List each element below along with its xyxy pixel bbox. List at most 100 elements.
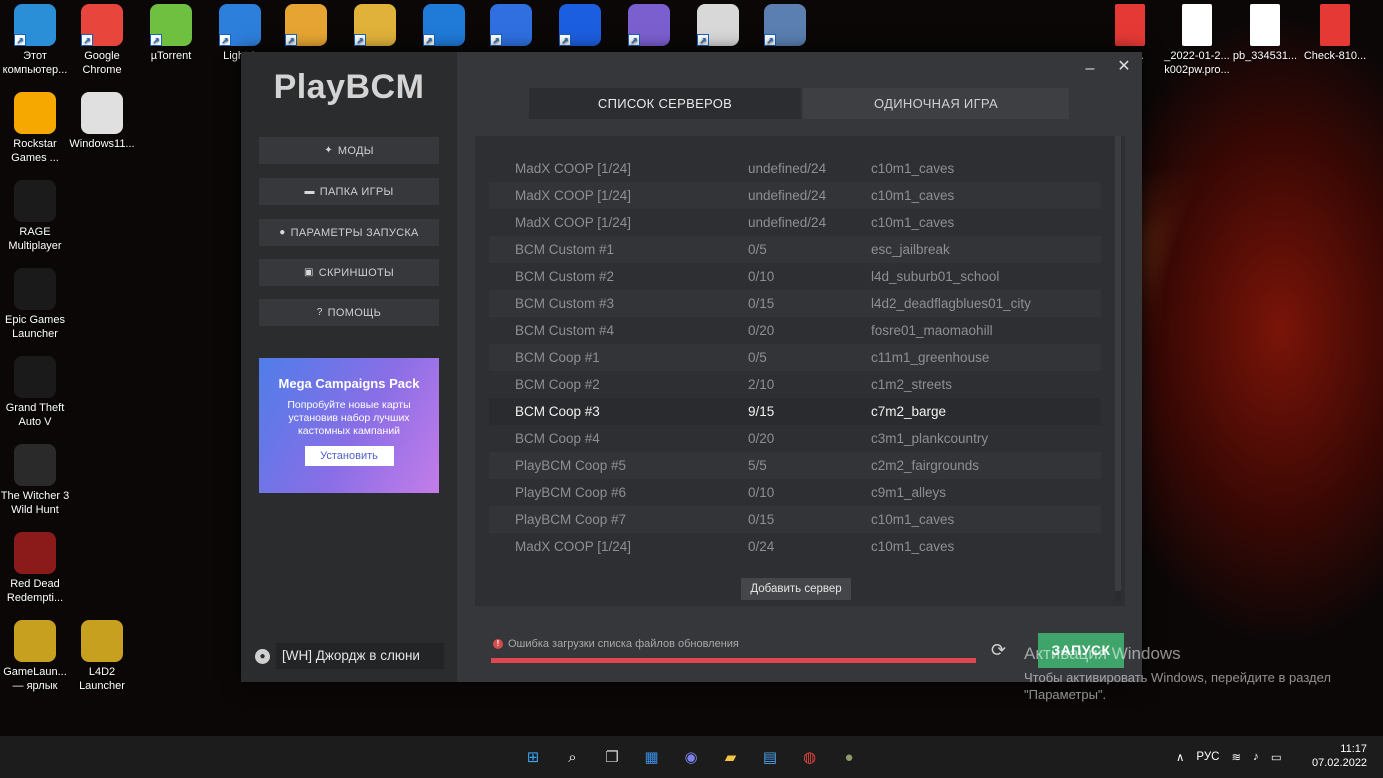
minimize-button[interactable]: –	[1082, 60, 1098, 77]
game-folder-button[interactable]: ▬ ПАПКА ИГРЫ	[259, 178, 439, 205]
pdf-icon	[1320, 4, 1350, 46]
server-row[interactable]: BCM Custom #1 0/5 esc_jailbreak	[489, 236, 1101, 263]
desktop-shortcut[interactable]: Windows11...	[67, 92, 137, 151]
server-name: BCM Custom #4	[515, 323, 615, 338]
task-view-icon[interactable]: ❐	[600, 745, 624, 769]
desktop-shortcut[interactable]: ↗	[614, 4, 684, 49]
shortcut-arrow-icon: ↗	[490, 34, 502, 46]
install-button[interactable]: Установить	[304, 446, 394, 466]
clock-time: 11:17	[1340, 743, 1367, 755]
add-server-button[interactable]: Добавить сервер	[741, 578, 851, 600]
store-icon[interactable]: ▤	[758, 745, 782, 769]
server-row[interactable]: BCM Custom #2 0/10 l4d_suburb01_school	[489, 263, 1101, 290]
search-icon[interactable]: ⌕	[561, 745, 585, 769]
desktop-shortcut[interactable]: ↗ Google Chrome	[67, 4, 137, 77]
image-icon: ▣	[303, 267, 314, 278]
refresh-icon[interactable]: ⟳	[991, 640, 1006, 661]
desktop-shortcut[interactable]: Epic Games Launcher	[0, 268, 70, 341]
chevron-up-icon[interactable]: ∧	[1176, 750, 1184, 764]
desktop-shortcut[interactable]: ↗	[476, 4, 546, 49]
desktop-shortcut[interactable]: ↗	[271, 4, 341, 49]
activation-title: Активация Windows	[1024, 644, 1181, 663]
screenshots-button[interactable]: ▣ СКРИНШОТЫ	[259, 259, 439, 286]
server-row[interactable]: PlayBCM Coop #6 0/10 c9m1_alleys	[489, 479, 1101, 506]
shortcut-arrow-icon: ↗	[764, 34, 776, 46]
desktop-file[interactable]: _2022-01-2... k002pw.pro...	[1162, 4, 1232, 77]
server-name: MadX COOP [1/24]	[515, 161, 632, 176]
desktop-shortcut-label: RAGE Multiplayer	[8, 226, 62, 252]
teamviewer-icon: ↗	[423, 4, 465, 46]
server-row[interactable]: PlayBCM Coop #7 0/15 c10m1_caves	[489, 506, 1101, 533]
server-players: 0/20	[748, 431, 775, 446]
tab-single-player[interactable]: ОДИНОЧНАЯ ИГРА	[803, 88, 1069, 119]
desktop-shortcut-label: Windows11...	[69, 138, 135, 150]
teams-chat-icon[interactable]: ◉	[679, 745, 703, 769]
file-icon	[1182, 4, 1212, 46]
volume-icon[interactable]: ♪	[1253, 751, 1259, 763]
desktop-shortcut[interactable]: Rockstar Games ...	[0, 92, 70, 165]
server-row[interactable]: MadX COOP [1/24] undefined/24 c10m1_caves	[489, 182, 1101, 209]
server-map: c11m1_greenhouse	[871, 350, 990, 365]
desktop-shortcut[interactable]: ↗	[683, 4, 753, 49]
scrollbar-thumb[interactable]	[1115, 136, 1121, 591]
desktop-shortcut[interactable]: Red Dead Redempti...	[0, 532, 70, 605]
mods-button[interactable]: ✦ МОДЫ	[259, 137, 439, 164]
disc-image-icon	[81, 92, 123, 134]
system-tray: ∧ РУС ≋ ♪ ▭	[1176, 736, 1282, 778]
playbcm-launcher-window: PlayBCM ✦ МОДЫ ▬ ПАПКА ИГРЫ ● ПАРАМЕТРЫ …	[241, 52, 1142, 682]
shortcut-arrow-icon: ↗	[354, 34, 366, 46]
server-row[interactable]: BCM Coop #4 0/20 c3m1_plankcountry	[489, 425, 1101, 452]
server-row[interactable]: BCM Custom #4 0/20 fosre01_maomaohill	[489, 317, 1101, 344]
upload-blue-icon: ↗	[559, 4, 601, 46]
desktop-file[interactable]: pb_334531...	[1230, 4, 1300, 63]
server-map: c10m1_caves	[871, 188, 955, 203]
server-players: undefined/24	[748, 161, 827, 176]
scrollbar[interactable]	[1115, 136, 1121, 601]
file-explorer-icon[interactable]: ▰	[719, 745, 743, 769]
server-row[interactable]: BCM Custom #3 0/15 l4d2_deadflagblues01_ci…	[489, 290, 1101, 317]
windows-start-icon[interactable]: ⊞	[521, 745, 545, 769]
language-indicator[interactable]: РУС	[1196, 751, 1219, 763]
desktop-shortcut[interactable]: L4D2 Launcher	[67, 620, 137, 693]
clock[interactable]: 11:17 07.02.2022	[1312, 742, 1367, 770]
wifi-icon[interactable]: ≋	[1231, 750, 1241, 764]
shortcut-arrow-icon: ↗	[285, 34, 297, 46]
server-players: 0/5	[748, 350, 767, 365]
server-row[interactable]: BCM Coop #2 2/10 c1m2_streets	[489, 371, 1101, 398]
launch-params-button-label: ПАРАМЕТРЫ ЗАПУСКА	[290, 226, 419, 239]
server-row[interactable]: PlayBCM Coop #5 5/5 c2m2_fairgrounds	[489, 452, 1101, 479]
desktop-shortcut[interactable]: ↗	[409, 4, 479, 49]
chrome-icon[interactable]: ◍	[798, 745, 822, 769]
shortcut-arrow-icon: ↗	[150, 34, 162, 46]
desktop-shortcut[interactable]: ↗	[340, 4, 410, 49]
close-button[interactable]: ✕	[1116, 56, 1132, 75]
gamelauncher-icon	[14, 620, 56, 662]
desktop-shortcut[interactable]: GameLaun... — ярлык	[0, 620, 70, 693]
launcher-sidebar: PlayBCM ✦ МОДЫ ▬ ПАПКА ИГРЫ ● ПАРАМЕТРЫ …	[241, 52, 457, 682]
help-button[interactable]: ? ПОМОЩЬ	[259, 299, 439, 326]
desktop-shortcut[interactable]: Grand Theft Auto V	[0, 356, 70, 429]
rage-mp-icon	[14, 180, 56, 222]
server-row[interactable]: BCM Coop #3 9/15 c7m2_barge	[489, 398, 1101, 425]
server-row[interactable]: MadX COOP [1/24] undefined/24 c10m1_caves	[489, 209, 1101, 236]
server-row[interactable]: MadX COOP [1/24] undefined/24 c10m1_caves	[489, 155, 1101, 182]
widgets-icon[interactable]: ▦	[640, 745, 664, 769]
desktop-shortcut[interactable]: ↗	[750, 4, 820, 49]
server-name: BCM Custom #3	[515, 296, 615, 311]
username-field[interactable]: [WH] Джордж в слюни	[276, 643, 444, 669]
desktop-file[interactable]: Check-810...	[1300, 4, 1370, 63]
desktop-shortcut[interactable]: ↗ Этот компьютер...	[0, 4, 70, 77]
server-players: 0/10	[748, 269, 775, 284]
tab-server-list[interactable]: СПИСОК СЕРВЕРОВ	[529, 88, 801, 119]
battery-icon[interactable]: ▭	[1271, 750, 1282, 764]
desktop-shortcut[interactable]: RAGE Multiplayer	[0, 180, 70, 253]
desktop-shortcut[interactable]: ↗ µTorrent	[136, 4, 206, 63]
desktop-shortcut[interactable]: ↗	[545, 4, 615, 49]
server-row[interactable]: MadX COOP [1/24] 0/24 c10m1_caves	[489, 533, 1101, 560]
l4d2-icon[interactable]: ●	[837, 745, 861, 769]
server-players: 5/5	[748, 458, 767, 473]
light-alloy-icon: ↗	[219, 4, 261, 46]
desktop-shortcut[interactable]: The Witcher 3 Wild Hunt	[0, 444, 70, 517]
launch-params-button[interactable]: ● ПАРАМЕТРЫ ЗАПУСКА	[259, 219, 439, 246]
server-row[interactable]: BCM Coop #1 0/5 c11m1_greenhouse	[489, 344, 1101, 371]
